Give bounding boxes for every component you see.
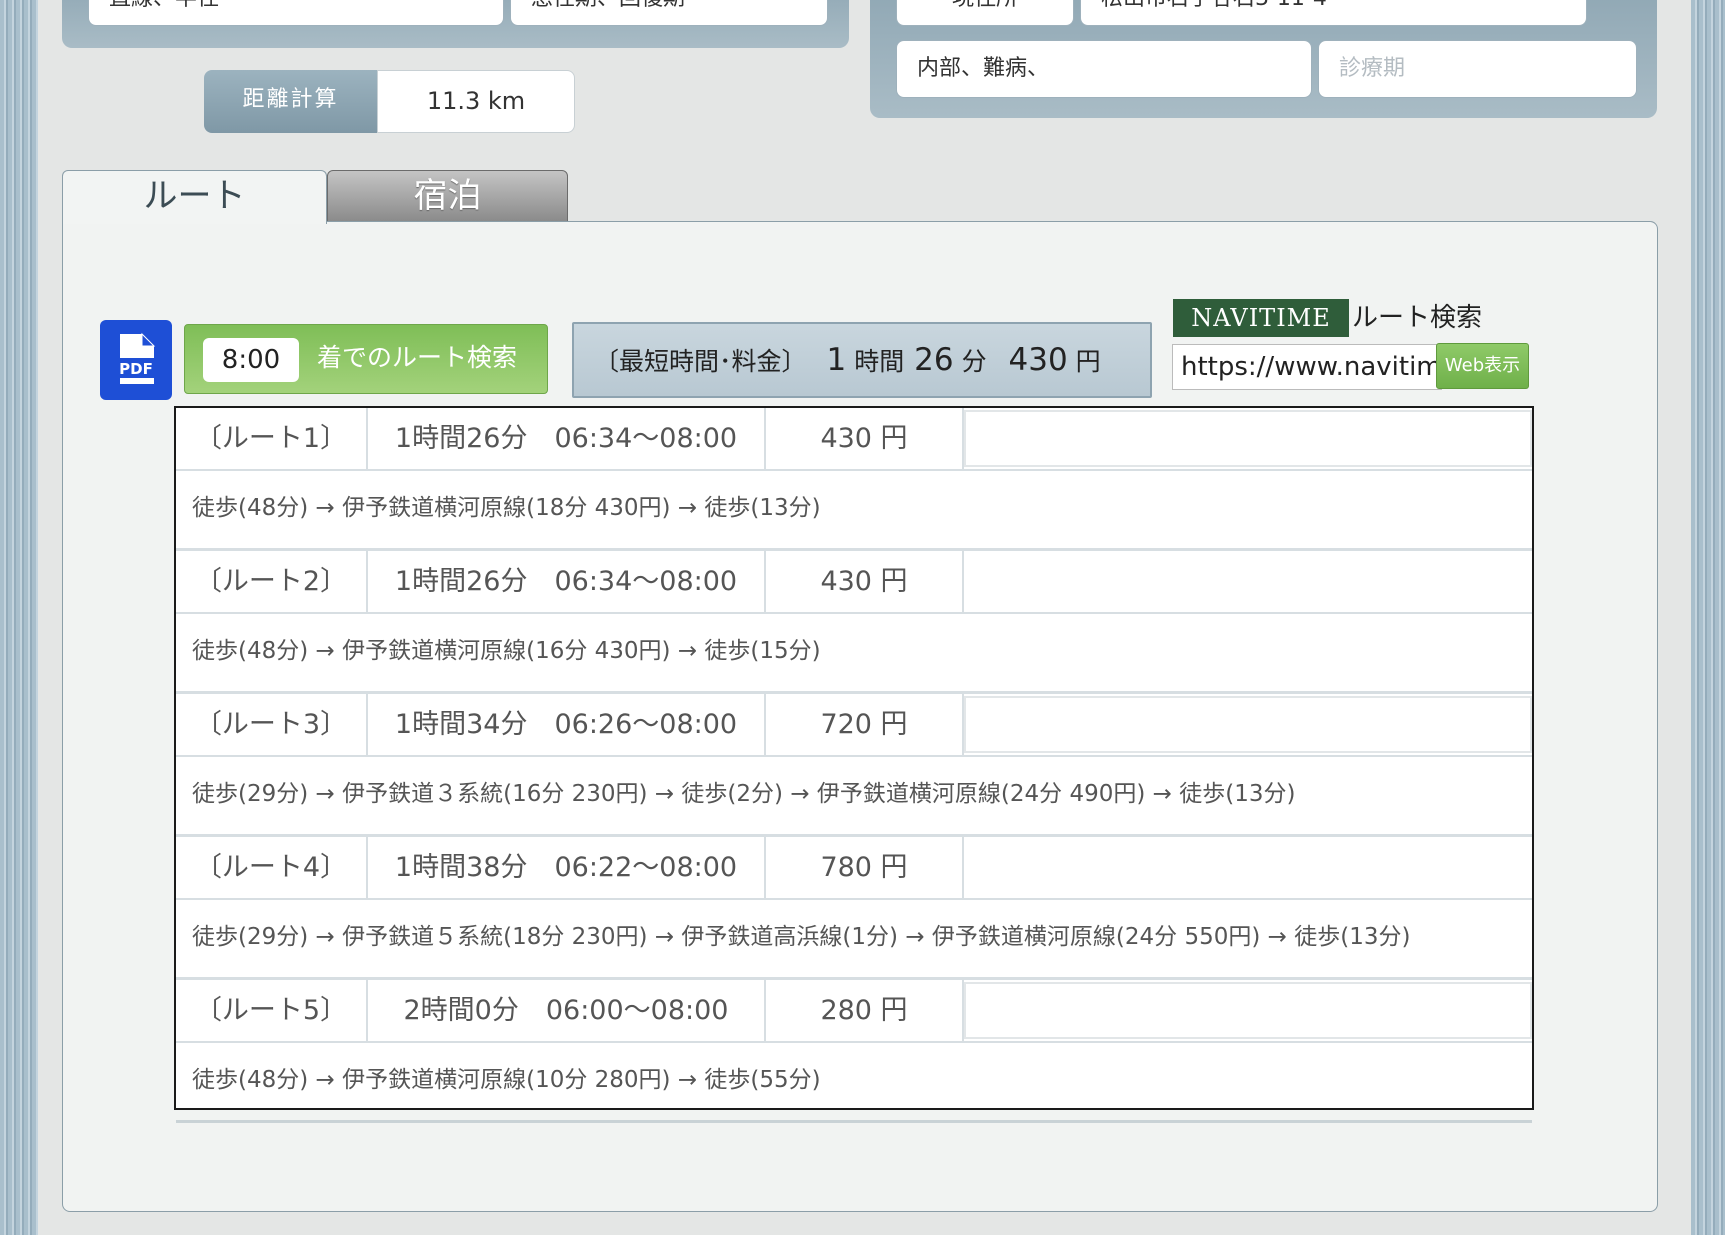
radius-field[interactable]: 直線、半径 bbox=[88, 0, 504, 26]
route-name: 〔ルート5〕 bbox=[176, 980, 368, 1041]
address-field[interactable]: 松山市石手谷石3-11-4 bbox=[1080, 0, 1587, 26]
route-price: 280 円 bbox=[766, 980, 964, 1041]
route-header-row: 〔ルート2〕 1時間26分 06:34～08:00 430 円 bbox=[176, 551, 1532, 614]
pdf-icon: PDF bbox=[114, 332, 158, 384]
arrival-time-input[interactable]: 8:00 bbox=[203, 338, 299, 382]
summary-minutes: 26 bbox=[914, 342, 954, 378]
route-header-row: 〔ルート4〕 1時間38分 06:22～08:00 780 円 bbox=[176, 837, 1532, 900]
route-header-row: 〔ルート5〕 2時間0分 06:00～08:00 280 円 bbox=[176, 980, 1532, 1043]
pdf-label: PDF bbox=[119, 360, 153, 378]
route-duration: 1時間34分 06:26～08:00 bbox=[368, 694, 766, 755]
route-name: 〔ルート2〕 bbox=[176, 551, 368, 612]
route-item: 〔ルート3〕 1時間34分 06:26～08:00 720 円 徒歩(29分) … bbox=[176, 694, 1532, 837]
route-path: 徒歩(29分) → 伊予鉄道３系統(16分 230円) → 徒歩(2分) → 伊… bbox=[192, 781, 1296, 807]
route-duration: 1時間26分 06:34～08:00 bbox=[368, 551, 766, 612]
address-panel: 現住所 松山市石手谷石3-11-4 内部、難病、 診療期 bbox=[870, 0, 1657, 118]
summary-minutes-unit: 分 bbox=[961, 347, 987, 376]
route-item: 〔ルート5〕 2時間0分 06:00～08:00 280 円 徒歩(48分) →… bbox=[176, 980, 1532, 1123]
route-path: 徒歩(48分) → 伊予鉄道横河原線(10分 280円) → 徒歩(55分) bbox=[192, 1067, 821, 1093]
left-border-stripe bbox=[0, 0, 38, 1235]
summary-price-unit: 円 bbox=[1075, 347, 1101, 376]
route-path: 徒歩(48分) → 伊予鉄道横河原線(16分 430円) → 徒歩(15分) bbox=[192, 638, 821, 664]
navitime-logo: NAVITIME bbox=[1173, 299, 1349, 337]
right-border-stripe bbox=[1691, 0, 1725, 1235]
address-label: 現住所 bbox=[896, 0, 1074, 26]
stage-field[interactable]: 急性期、回復期 bbox=[510, 0, 828, 26]
route-item: 〔ルート2〕 1時間26分 06:34～08:00 430 円 徒歩(48分) … bbox=[176, 551, 1532, 694]
route-name: 〔ルート1〕 bbox=[176, 408, 368, 469]
summary-hours: 1 bbox=[826, 342, 847, 378]
summary-prefix: 〔最短時間･料金〕 bbox=[594, 347, 807, 376]
route-price: 430 円 bbox=[766, 408, 964, 469]
distance-value: 11.3 km bbox=[377, 70, 575, 133]
tab-stay[interactable]: 宿泊 bbox=[327, 170, 568, 222]
route-price: 720 円 bbox=[766, 694, 964, 755]
route-note-field[interactable] bbox=[964, 982, 1532, 1039]
route-price: 430 円 bbox=[766, 551, 964, 612]
shortest-summary: 〔最短時間･料金〕 1 時間 26 分 430 円 bbox=[572, 322, 1152, 398]
route-item: 〔ルート1〕 1時間26分 06:34～08:00 430 円 徒歩(48分) … bbox=[176, 408, 1532, 551]
routes-table: 〔ルート1〕 1時間26分 06:34～08:00 430 円 徒歩(48分) … bbox=[174, 406, 1534, 1123]
route-path: 徒歩(48分) → 伊予鉄道横河原線(18分 430円) → 徒歩(13分) bbox=[192, 495, 821, 521]
route-note-field[interactable] bbox=[964, 839, 1532, 896]
search-condition-panel: 直線、半径 急性期、回復期 bbox=[62, 0, 849, 48]
summary-price: 430 bbox=[1008, 342, 1068, 378]
route-note-field[interactable] bbox=[964, 410, 1532, 467]
arrival-route-search-button[interactable]: 8:00 着でのルート検索 bbox=[184, 324, 548, 394]
tab-route[interactable]: ルート bbox=[62, 170, 327, 224]
route-header-row: 〔ルート3〕 1時間34分 06:26～08:00 720 円 bbox=[176, 694, 1532, 757]
web-display-button[interactable]: Web表示 bbox=[1436, 343, 1529, 389]
route-name: 〔ルート4〕 bbox=[176, 837, 368, 898]
route-price: 780 円 bbox=[766, 837, 964, 898]
route-item: 〔ルート4〕 1時間38分 06:22～08:00 780 円 徒歩(29分) … bbox=[176, 837, 1532, 980]
route-note-field[interactable] bbox=[964, 553, 1532, 610]
period-field[interactable]: 診療期 bbox=[1318, 40, 1637, 98]
distance-calc-button[interactable]: 距離計算 bbox=[204, 70, 377, 133]
route-duration: 2時間0分 06:00～08:00 bbox=[368, 980, 766, 1041]
arrival-search-label: 着でのルート検索 bbox=[317, 343, 518, 372]
route-header-row: 〔ルート1〕 1時間26分 06:34～08:00 430 円 bbox=[176, 408, 1532, 471]
route-path: 徒歩(29分) → 伊予鉄道５系統(18分 230円) → 伊予鉄道高浜線(1分… bbox=[192, 924, 1411, 950]
department-field[interactable]: 内部、難病、 bbox=[896, 40, 1312, 98]
pdf-button[interactable]: PDF bbox=[100, 320, 172, 400]
navitime-url-field[interactable]: https://www.navitime.co.jp bbox=[1172, 344, 1442, 390]
route-duration: 1時間26分 06:34～08:00 bbox=[368, 408, 766, 469]
route-note-field[interactable] bbox=[964, 696, 1532, 753]
navitime-title: ルート検索 bbox=[1352, 303, 1483, 333]
route-duration: 1時間38分 06:22～08:00 bbox=[368, 837, 766, 898]
distance-calculator: 距離計算 11.3 km bbox=[204, 70, 575, 133]
summary-hours-unit: 時間 bbox=[854, 347, 905, 376]
route-name: 〔ルート3〕 bbox=[176, 694, 368, 755]
